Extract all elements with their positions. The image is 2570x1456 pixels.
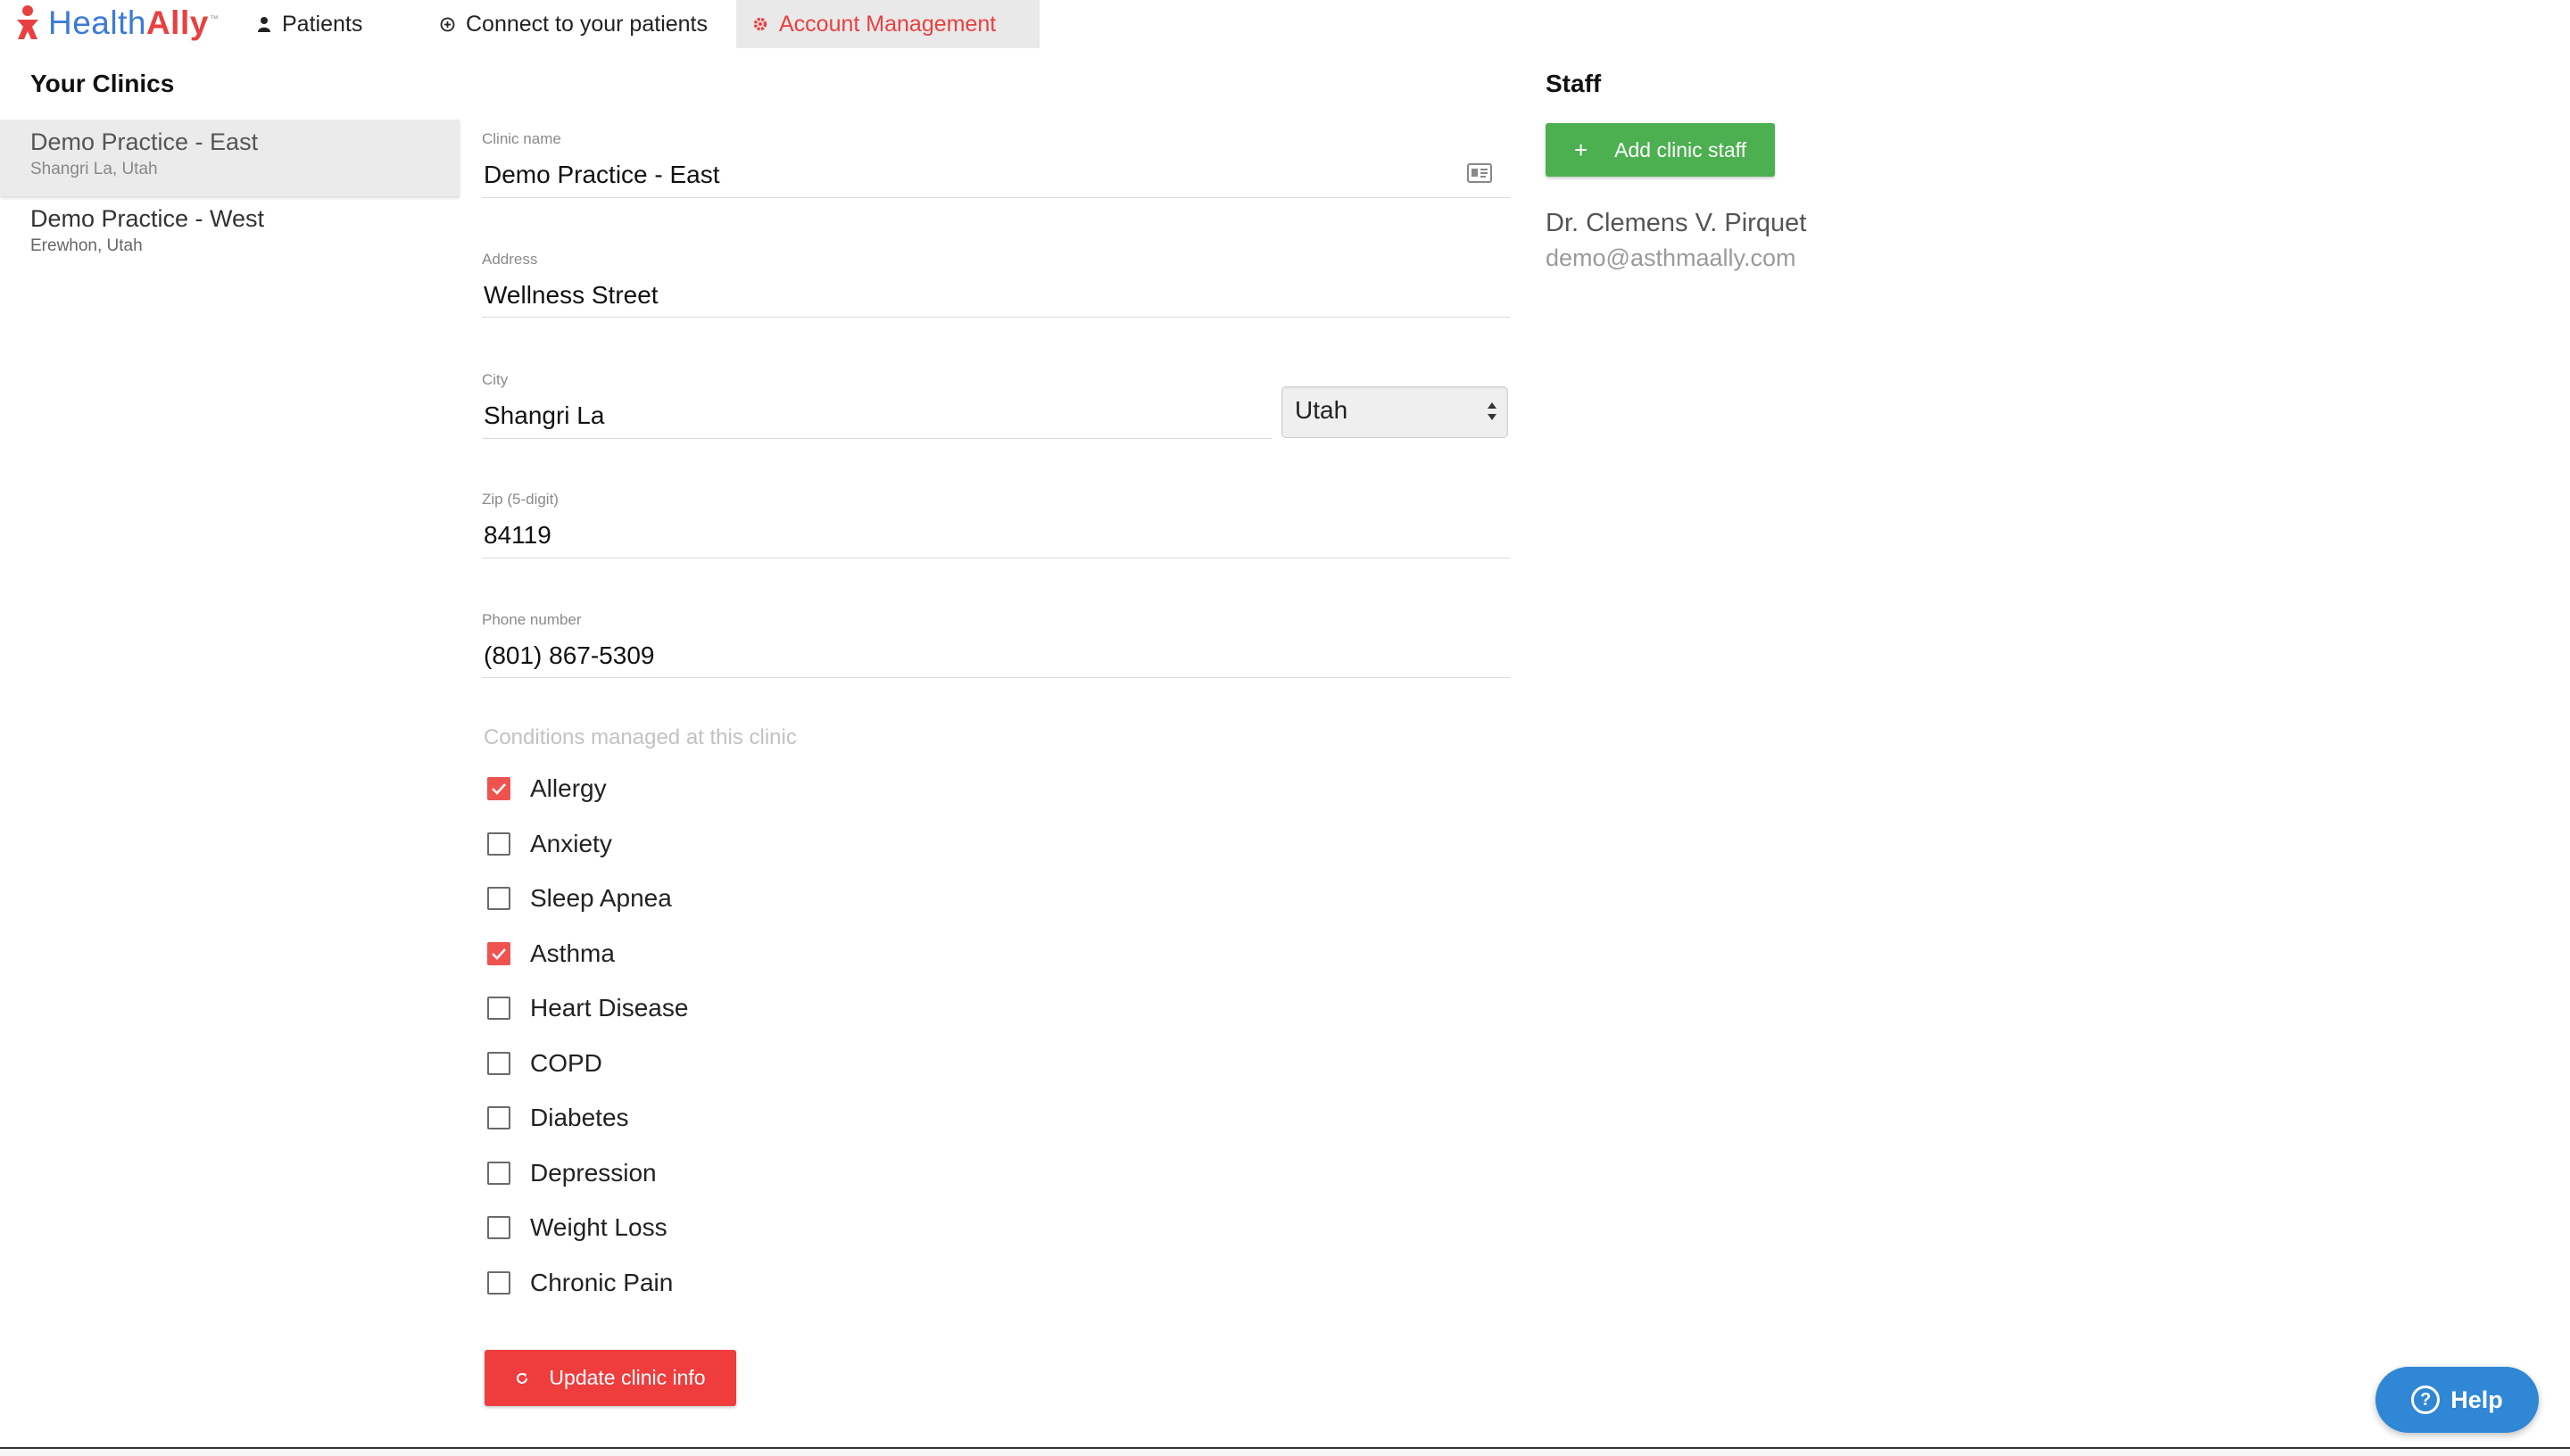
condition-checkbox-row[interactable]: Chronic Pain: [487, 1267, 673, 1299]
checkbox-checked[interactable]: [487, 942, 510, 965]
condition-label: Diabetes: [530, 1104, 629, 1131]
brand-logo[interactable]: HealthAlly™: [12, 4, 219, 43]
window-bottom-edge: [0, 1447, 2570, 1456]
clinic-name: Demo Practice - West: [30, 205, 265, 232]
phone-input[interactable]: (801) 867-5309: [484, 641, 654, 670]
condition-checkbox-row[interactable]: COPD: [487, 1047, 602, 1080]
checkbox-unchecked[interactable]: [487, 1216, 510, 1239]
person-icon: [257, 16, 271, 32]
condition-label: Chronic Pain: [530, 1269, 674, 1296]
help-button[interactable]: ? Help: [2375, 1367, 2539, 1433]
your-clinics-title: Your Clinics: [30, 70, 175, 97]
clinic-location: Shangri La, Utah: [30, 160, 158, 178]
checkbox-unchecked[interactable]: [487, 1052, 510, 1075]
zip-input[interactable]: 84119: [484, 521, 551, 550]
clinic-item-west[interactable]: Demo Practice - West Erewhon, Utah: [0, 196, 460, 273]
checkbox-unchecked[interactable]: [487, 887, 510, 910]
clinic-name-input[interactable]: Demo Practice - East: [484, 161, 720, 189]
question-icon: ?: [2411, 1386, 2441, 1414]
city-field[interactable]: City Shangri La: [482, 371, 1272, 439]
clinic-location: Erewhon, Utah: [30, 236, 143, 255]
add-clinic-staff-button[interactable]: + Add clinic staff: [1546, 123, 1775, 177]
condition-checkbox-row[interactable]: Depression: [487, 1157, 657, 1189]
clinic-name-label: Clinic name: [482, 130, 561, 147]
condition-label: Allergy: [530, 774, 607, 802]
check-icon: [492, 948, 506, 960]
checkbox-unchecked[interactable]: [487, 832, 510, 856]
staff-member-name[interactable]: Dr. Clemens V. Pirquet: [1546, 209, 1806, 238]
tab-account-management[interactable]: Account Management: [736, 0, 1040, 48]
address-field[interactable]: Address Wellness Street: [482, 251, 1510, 318]
zip-label: Zip (5-digit): [482, 491, 559, 508]
condition-checkbox-row[interactable]: Allergy: [487, 773, 607, 805]
add-clinic-staff-label: Add clinic staff: [1614, 137, 1747, 161]
contact-card-icon[interactable]: [1467, 163, 1492, 187]
refresh-icon: [515, 1371, 529, 1386]
plus-icon: +: [1573, 136, 1588, 163]
checkbox-unchecked[interactable]: [487, 1271, 510, 1295]
condition-checkbox-row[interactable]: Sleep Apnea: [487, 882, 672, 914]
tab-account-management-label: Account Management: [779, 11, 997, 37]
connect-icon: [440, 17, 455, 32]
condition-checkbox-row[interactable]: Diabetes: [487, 1102, 629, 1134]
staff-member-email[interactable]: demo@asthmaally.com: [1546, 244, 1796, 272]
clinic-name-field[interactable]: Clinic name Demo Practice - East: [482, 130, 1510, 198]
zip-field[interactable]: Zip (5-digit) 84119: [482, 491, 1510, 558]
clinic-name: Demo Practice - East: [30, 128, 259, 155]
update-clinic-button[interactable]: Update clinic info: [485, 1350, 736, 1406]
condition-label: Depression: [530, 1159, 657, 1187]
help-label: Help: [2450, 1386, 2503, 1413]
condition-label: Heart Disease: [530, 994, 689, 1022]
select-arrows-icon: [1486, 400, 1498, 423]
update-clinic-label: Update clinic info: [549, 1366, 706, 1389]
clinic-item-east[interactable]: Demo Practice - East Shangri La, Utah: [0, 120, 460, 196]
conditions-label: Conditions managed at this clinic: [484, 725, 797, 749]
top-nav: HealthAlly™ Patients Connect to your pat…: [0, 0, 2570, 48]
gear-icon: [752, 16, 768, 32]
condition-checkbox-row[interactable]: Asthma: [487, 938, 615, 970]
phone-label: Phone number: [482, 611, 582, 628]
phone-field[interactable]: Phone number (801) 867-5309: [482, 611, 1510, 678]
state-select-value: Utah: [1295, 396, 1348, 424]
condition-label: COPD: [530, 1049, 602, 1077]
condition-label: Asthma: [530, 939, 615, 967]
checkbox-checked[interactable]: [487, 777, 510, 800]
condition-checkbox-row[interactable]: Heart Disease: [487, 992, 688, 1024]
city-label: City: [482, 371, 509, 388]
condition-checkbox-row[interactable]: Anxiety: [487, 828, 612, 860]
tab-connect-label: Connect to your patients: [466, 11, 708, 37]
healthally-logo-icon: [12, 4, 43, 43]
address-label: Address: [482, 251, 538, 268]
tab-patients[interactable]: Patients: [257, 0, 362, 48]
tab-patients-label: Patients: [282, 11, 363, 37]
address-input[interactable]: Wellness Street: [484, 281, 659, 310]
check-icon: [492, 783, 506, 795]
city-input[interactable]: Shangri La: [484, 401, 604, 430]
condition-label: Anxiety: [530, 830, 612, 857]
checkbox-unchecked[interactable]: [487, 1162, 510, 1185]
condition-checkbox-row[interactable]: Weight Loss: [487, 1212, 667, 1244]
brand-name: HealthAlly™: [48, 4, 220, 41]
state-select[interactable]: Utah: [1281, 386, 1508, 438]
checkbox-unchecked[interactable]: [487, 997, 510, 1020]
condition-label: Sleep Apnea: [530, 884, 672, 912]
tab-connect[interactable]: Connect to your patients: [440, 0, 708, 48]
staff-title: Staff: [1546, 70, 1602, 97]
checkbox-unchecked[interactable]: [487, 1106, 510, 1129]
condition-label: Weight Loss: [530, 1213, 667, 1241]
